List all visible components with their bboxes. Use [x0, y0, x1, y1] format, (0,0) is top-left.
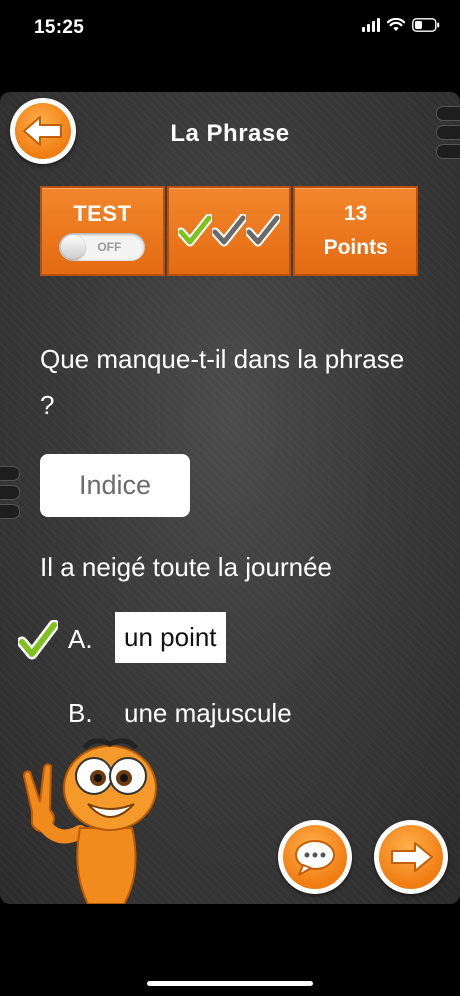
- points-display: 13 Points: [324, 197, 388, 265]
- side-tabs-right: [436, 106, 460, 159]
- score-bar: TEST OFF 13 Points: [40, 186, 419, 276]
- side-tabs-left: [0, 466, 20, 519]
- toggle-state-label: OFF: [97, 240, 122, 254]
- test-label: TEST: [73, 201, 132, 226]
- status-icons: [362, 18, 440, 32]
- status-time: 15:25: [34, 17, 85, 38]
- home-indicator[interactable]: [147, 981, 313, 986]
- wifi-icon: [387, 18, 405, 32]
- answer-letter: A.: [68, 624, 93, 654]
- checkmark-icon: [178, 214, 212, 247]
- progress-checks: [178, 214, 280, 248]
- sentence-text: Il a neigé toute la journée: [40, 552, 332, 582]
- checkmark-icon: [212, 214, 246, 247]
- toggle-knob: [61, 235, 86, 259]
- status-bar: 15:25: [0, 0, 460, 60]
- answer-text[interactable]: un point: [115, 612, 226, 663]
- battery-icon: [412, 18, 440, 32]
- question-text: Que manque-t-il dans la phrase ?: [40, 344, 405, 420]
- points-value: 13: [344, 202, 368, 225]
- points-label: Points: [323, 236, 388, 259]
- next-arrow-icon: [379, 825, 443, 889]
- test-mode-toggle[interactable]: OFF: [59, 233, 146, 261]
- mascot-character: [22, 738, 157, 904]
- checkmark-icon: [246, 214, 280, 247]
- speech-bubble-icon: [283, 825, 347, 889]
- points-cell: 13 Points: [293, 186, 419, 276]
- next-button[interactable]: [374, 820, 448, 894]
- answer-letter: B.: [68, 698, 93, 728]
- game-panel: La Phrase TEST OFF 13 Points Que manque-…: [0, 92, 460, 904]
- chat-button[interactable]: [278, 820, 352, 894]
- hint-button[interactable]: Indice: [40, 454, 190, 517]
- progress-checks-cell: [166, 186, 292, 276]
- test-mode-cell: TEST OFF: [40, 186, 165, 276]
- cellular-signal-icon: [362, 18, 380, 32]
- checkmark-icon: [18, 620, 58, 660]
- page-title: La Phrase: [170, 120, 290, 147]
